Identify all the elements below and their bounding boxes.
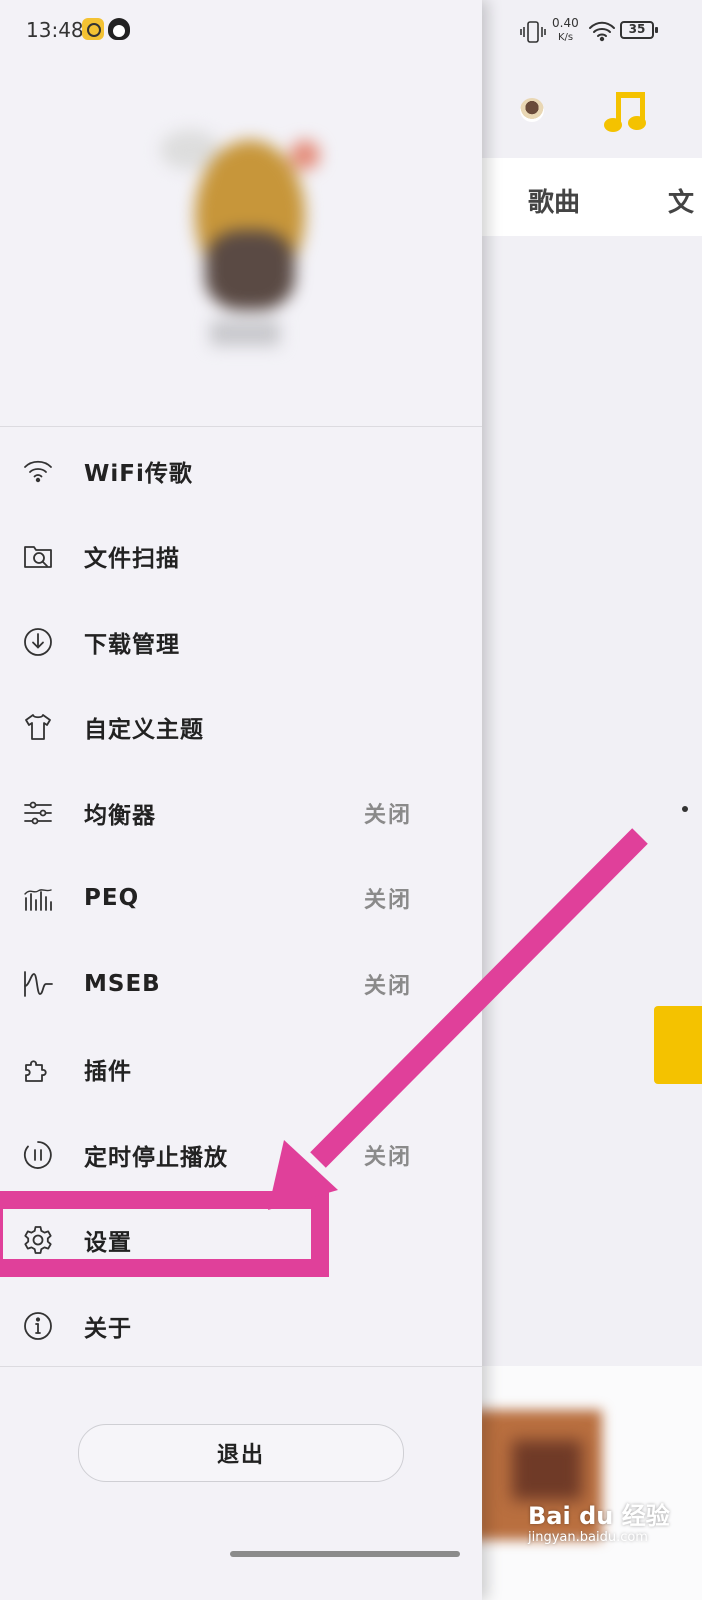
wifi-icon bbox=[24, 460, 52, 482]
tab-songs[interactable]: 歌曲 bbox=[528, 182, 580, 219]
battery-level: 35 bbox=[628, 22, 646, 36]
net-speed-unit: K/s bbox=[558, 32, 574, 43]
tshirt-icon bbox=[25, 714, 51, 741]
status-label: 关闭 bbox=[363, 973, 412, 999]
status-time: 13:48 bbox=[26, 18, 84, 42]
menu-item-plugins[interactable]: 插件 bbox=[0, 1027, 482, 1113]
mseb-icon bbox=[24, 970, 53, 997]
small-avatar[interactable] bbox=[520, 98, 544, 122]
download-icon bbox=[24, 627, 52, 656]
wifi-signal-icon bbox=[589, 21, 615, 42]
menu-item-custom-theme[interactable]: 自定义主题 bbox=[0, 685, 482, 771]
menu-item-download-manager[interactable]: 下载管理 bbox=[0, 599, 482, 685]
menu-label: 自定义主题 bbox=[84, 717, 204, 744]
music-note-icon[interactable] bbox=[602, 88, 652, 136]
qq-icon bbox=[108, 18, 130, 40]
menu-label: 均衡器 bbox=[84, 802, 156, 829]
file-scan-icon bbox=[24, 546, 52, 569]
equalizer-icon bbox=[24, 801, 52, 825]
menu-item-peq[interactable]: PEQ 关闭 bbox=[0, 856, 482, 942]
menu-label: 文件扫描 bbox=[84, 546, 180, 573]
logout-button[interactable]: 退出 bbox=[78, 1424, 404, 1482]
status-label: 关闭 bbox=[363, 888, 412, 914]
home-indicator[interactable] bbox=[230, 1551, 460, 1557]
timer-icon bbox=[23, 1140, 52, 1169]
album-cover-detail bbox=[512, 1440, 582, 1500]
vibrate-icon bbox=[520, 21, 546, 43]
divider bbox=[0, 426, 482, 427]
divider bbox=[0, 1366, 482, 1367]
menu-label: 定时停止播放 bbox=[84, 1144, 228, 1171]
net-speed: 0.40 bbox=[552, 16, 579, 30]
text-fragment bbox=[682, 806, 688, 812]
menu-label: MSEB bbox=[84, 970, 161, 997]
menu-label: 下载管理 bbox=[84, 631, 180, 658]
menu-label: PEQ bbox=[84, 885, 140, 912]
status-label: 关闭 bbox=[363, 1144, 412, 1170]
main-screen-peek: 0.40 K/s 35 歌曲 文 bbox=[482, 0, 702, 1600]
peq-icon bbox=[24, 889, 52, 912]
menu-item-mseb[interactable]: MSEB 关闭 bbox=[0, 941, 482, 1027]
menu-label: 插件 bbox=[84, 1059, 132, 1086]
menu-label: 关于 bbox=[84, 1315, 132, 1342]
notification-app-icon bbox=[82, 18, 104, 40]
gear-icon bbox=[24, 1226, 52, 1255]
menu-item-sleep-timer[interactable]: 定时停止播放 关闭 bbox=[0, 1112, 482, 1198]
menu-item-equalizer[interactable]: 均衡器 关闭 bbox=[0, 770, 482, 856]
menu-item-file-scan[interactable]: 文件扫描 bbox=[0, 514, 482, 600]
status-label: 关闭 bbox=[363, 802, 412, 828]
tab-partial[interactable]: 文 bbox=[668, 182, 694, 219]
menu-item-about[interactable]: 关于 bbox=[0, 1283, 482, 1369]
menu-item-wifi-transfer[interactable]: WiFi传歌 bbox=[0, 428, 482, 514]
menu-label: WiFi传歌 bbox=[84, 460, 193, 487]
navigation-drawer: 13:48 WiFi传歌 文件扫描 下载管理 自定义主题 均衡器 关闭 PEQ … bbox=[0, 0, 482, 1600]
menu-item-settings[interactable]: 设置 bbox=[0, 1198, 482, 1284]
watermark-logo: Bai du 经验 bbox=[528, 1502, 670, 1530]
drawer-menu: WiFi传歌 文件扫描 下载管理 自定义主题 均衡器 关闭 PEQ 关闭 MSE… bbox=[0, 428, 482, 1369]
info-icon bbox=[24, 1311, 52, 1340]
watermark-url: jingyan.baidu.com bbox=[528, 1530, 648, 1545]
plugin-icon bbox=[25, 1060, 47, 1083]
battery-icon: 35 bbox=[620, 21, 658, 39]
user-avatar[interactable] bbox=[150, 120, 350, 360]
yellow-action-button[interactable] bbox=[654, 1006, 702, 1084]
menu-label: 设置 bbox=[84, 1230, 132, 1257]
